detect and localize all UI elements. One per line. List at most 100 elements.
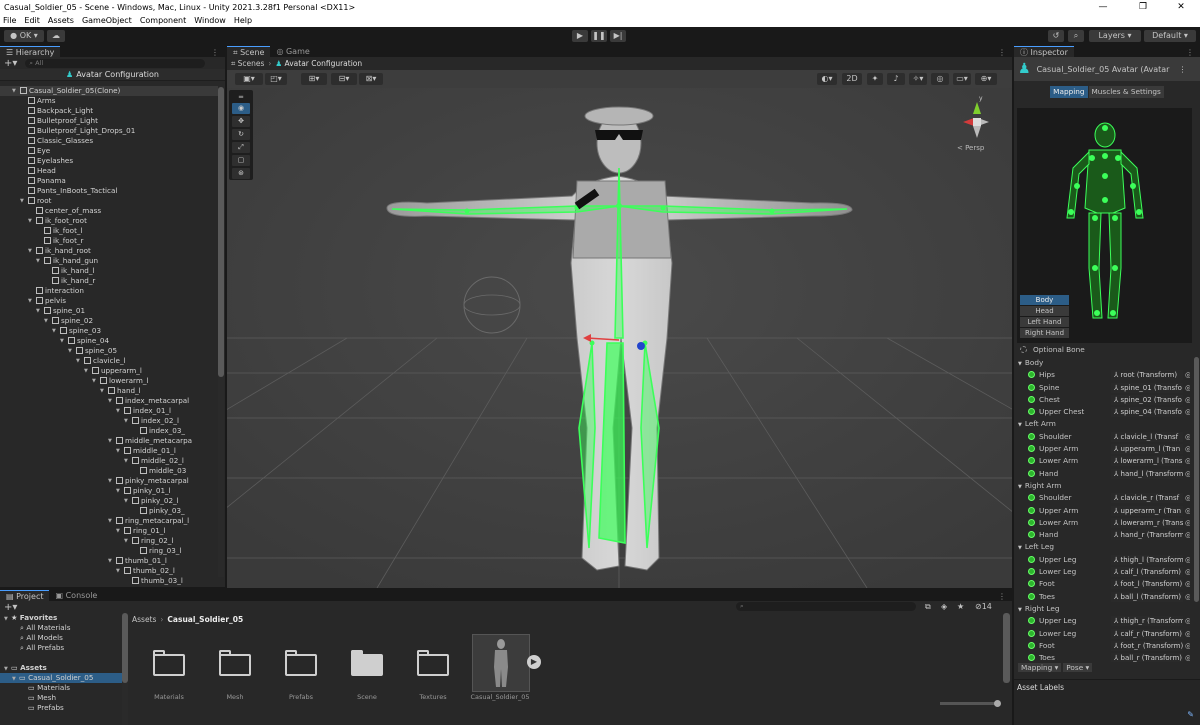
tab-hierarchy[interactable]: ☰ Hierarchy — [0, 46, 61, 57]
bone-transform-field[interactable]: ⅄ spine_02 (Transfo — [1111, 394, 1183, 405]
audio-icon[interactable]: ♪ — [887, 73, 905, 85]
move-tool-icon[interactable]: ✥ — [232, 116, 250, 127]
object-picker-icon[interactable]: ◎ — [1185, 382, 1190, 394]
mapping-dropdown[interactable]: Mapping ▾ — [1018, 663, 1062, 672]
hierarchy-item[interactable]: ▼ thumb_02_l — [0, 566, 218, 576]
expand-arrow-icon[interactable]: ▼ — [124, 496, 131, 506]
hierarchy-item[interactable]: Eyelashes — [0, 156, 218, 166]
play-button[interactable]: ▶ — [572, 30, 588, 42]
object-picker-icon[interactable]: ◎ — [1185, 443, 1190, 455]
asset-grid-scrollbar[interactable] — [1003, 613, 1010, 683]
tab-console[interactable]: ▣ Console — [49, 590, 104, 601]
project-tree-scrollbar[interactable] — [122, 613, 128, 725]
favorite-icon[interactable]: ★ — [957, 602, 964, 611]
hierarchy-item[interactable]: Panama — [0, 176, 218, 186]
hierarchy-item[interactable]: ▼ spine_01 — [0, 306, 218, 316]
hierarchy-item[interactable]: ▼ spine_05 — [0, 346, 218, 356]
menu-assets[interactable]: Assets — [48, 16, 74, 25]
bone-section-header[interactable]: ▼ Right Arm — [1018, 480, 1190, 492]
menu-help[interactable]: Help — [234, 16, 252, 25]
object-picker-icon[interactable]: ◎ — [1185, 640, 1190, 652]
bone-transform-field[interactable]: ⅄ thigh_r (Transform — [1111, 616, 1183, 627]
hierarchy-item[interactable]: ▼ ik_hand_gun — [0, 256, 218, 266]
lock-icon[interactable]: ⋮ — [211, 48, 225, 57]
object-picker-icon[interactable]: ◎ — [1185, 554, 1190, 566]
object-picker-icon[interactable]: ◎ — [1185, 628, 1190, 640]
expand-arrow-icon[interactable]: ▼ — [52, 326, 59, 336]
expand-arrow-icon[interactable]: ▼ — [124, 536, 131, 546]
hierarchy-item[interactable]: ▼ spine_04 — [0, 336, 218, 346]
tab-project[interactable]: ▤ Project — [0, 590, 50, 601]
hierarchy-item[interactable]: ▼ ring_metacarpal_l — [0, 516, 218, 526]
hierarchy-item[interactable]: ▼ upperarm_l — [0, 366, 218, 376]
view-tool-icon[interactable]: ◉ — [232, 103, 250, 114]
expand-arrow-icon[interactable]: ▼ — [108, 476, 115, 486]
expand-arrow-icon[interactable]: ▼ — [28, 246, 35, 256]
tree-casual-soldier[interactable]: ▼ ▭ Casual_Soldier_05 — [0, 673, 128, 683]
toggle-2d-button[interactable]: 2D — [842, 73, 862, 85]
bone-transform-field[interactable]: ⅄ calf_r (Transform) — [1111, 628, 1183, 639]
expand-arrow-icon[interactable]: ▼ — [108, 436, 115, 446]
right-hand-button[interactable]: Right Hand — [1020, 328, 1069, 338]
object-picker-icon[interactable]: ◎ — [1185, 431, 1190, 443]
expand-arrow-icon[interactable]: ▼ — [108, 556, 115, 566]
tree-materials[interactable]: ▭ Materials — [0, 683, 128, 693]
hierarchy-item[interactable]: ▼ spine_02 — [0, 316, 218, 326]
hierarchy-item[interactable]: ▼ ik_hand_root — [0, 246, 218, 256]
tab-inspector[interactable]: ⓘ Inspector — [1014, 46, 1074, 57]
hierarchy-item[interactable]: ik_foot_l — [0, 226, 218, 236]
hierarchy-item[interactable]: ▼ thumb_01_l — [0, 556, 218, 566]
snap-dropdown[interactable]: ⊟▾ — [331, 73, 357, 85]
menu-window[interactable]: Window — [194, 16, 226, 25]
hierarchy-item[interactable]: ▼ spine_03 — [0, 326, 218, 336]
expand-arrow-icon[interactable]: ▼ — [92, 376, 99, 386]
expand-arrow-icon[interactable]: ▼ — [76, 356, 83, 366]
assets-root[interactable]: ▼ ▭ Assets — [0, 663, 128, 673]
fav-all-materials[interactable]: ⌕ All Materials — [0, 623, 128, 633]
body-button[interactable]: Body — [1020, 295, 1069, 305]
layers-dropdown[interactable]: Layers ▾ — [1089, 30, 1141, 42]
hierarchy-item[interactable]: ▼ middle_02_l — [0, 456, 218, 466]
hierarchy-item[interactable]: ▼ index_metacarpal — [0, 396, 218, 406]
object-picker-icon[interactable]: ◎ — [1185, 652, 1190, 662]
object-picker-icon[interactable]: ◎ — [1185, 492, 1190, 504]
object-picker-icon[interactable]: ◎ — [1185, 505, 1190, 517]
hierarchy-item[interactable]: ▼ middle_metacarpa — [0, 436, 218, 446]
maximize-button[interactable]: ❐ — [1124, 0, 1162, 14]
model-thumbnail[interactable]: ▶ — [472, 634, 541, 692]
bone-section-header[interactable]: ▼ Body — [1018, 357, 1190, 369]
menu-edit[interactable]: Edit — [24, 16, 40, 25]
bone-transform-field[interactable]: ⅄ hand_r (Transform — [1111, 530, 1183, 541]
hidden-count-icon[interactable]: ⊘14 — [975, 602, 992, 611]
bone-transform-field[interactable]: ⅄ spine_04 (Transfo — [1111, 407, 1183, 418]
cloud-icon[interactable]: ☁ — [47, 30, 65, 42]
menu-component[interactable]: Component — [140, 16, 186, 25]
tool-palette-handle[interactable]: ═ — [232, 92, 250, 103]
hierarchy-item[interactable]: ▼ pinky_02_l — [0, 496, 218, 506]
visibility-icon[interactable]: ◎ — [931, 73, 949, 85]
bone-transform-field[interactable]: ⅄ ball_l (Transform) — [1111, 591, 1183, 602]
scene-menu-icon[interactable]: ⋮ — [998, 48, 1012, 57]
expand-arrow-icon[interactable]: ▼ — [116, 566, 123, 576]
object-picker-icon[interactable]: ◎ — [1185, 615, 1190, 627]
object-picker-icon[interactable]: ◎ — [1185, 369, 1190, 381]
folder-icon[interactable] — [219, 650, 251, 676]
favorites-header[interactable]: ▼ ★ Favorites — [0, 613, 128, 623]
object-picker-icon[interactable]: ◎ — [1185, 468, 1190, 480]
inspector-scrollbar[interactable] — [1194, 357, 1199, 602]
hierarchy-item[interactable]: ▼ ring_02_l — [0, 536, 218, 546]
hierarchy-item[interactable]: ▼ pinky_metacarpal — [0, 476, 218, 486]
bone-transform-field[interactable]: ⅄ hand_l (Transform — [1111, 468, 1183, 479]
draw-mode-dropdown[interactable]: ▣▾ — [235, 73, 263, 85]
tree-prefabs[interactable]: ▭ Prefabs — [0, 703, 128, 713]
object-picker-icon[interactable]: ◎ — [1185, 455, 1190, 467]
fav-all-models[interactable]: ⌕ All Models — [0, 633, 128, 643]
scene-view[interactable]: y < Persp — [227, 88, 1012, 588]
effects-icon[interactable]: ✧▾ — [909, 73, 927, 85]
hierarchy-item[interactable]: ▼ Casual_Soldier_05(Clone) — [0, 86, 218, 96]
expand-arrow-icon[interactable]: ▼ — [20, 196, 27, 206]
render-mode-icon[interactable]: ◐▾ — [817, 73, 837, 85]
filter-type-icon[interactable]: ⧉ — [925, 602, 931, 612]
bone-transform-field[interactable]: ⅄ foot_r (Transform) — [1111, 640, 1183, 651]
filter-label-icon[interactable]: ◈ — [941, 602, 947, 611]
